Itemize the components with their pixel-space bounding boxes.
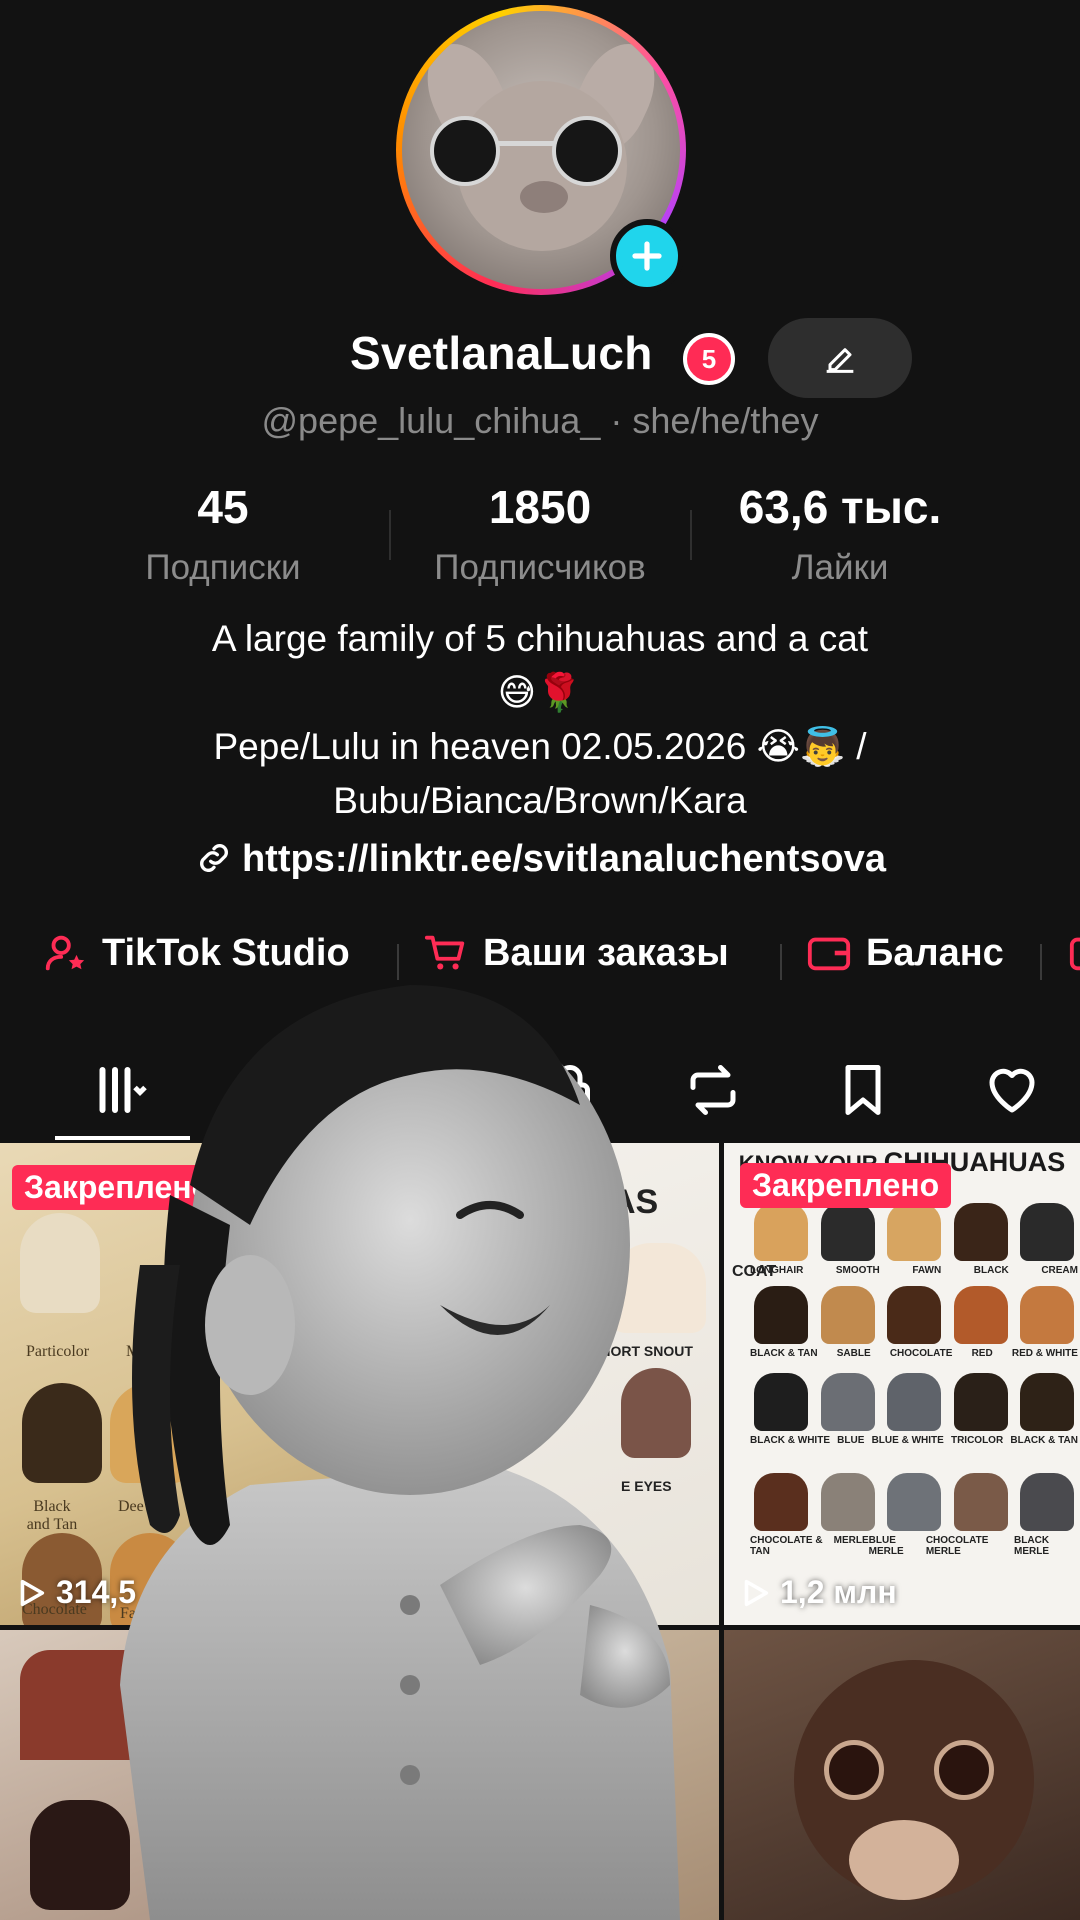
thumbnail-headboard: [20, 1650, 160, 1760]
video-thumbnail[interactable]: AS SHORT SNOUT E EYES Закреплено: [361, 1143, 719, 1625]
pinned-badge: Закреплено: [740, 1163, 952, 1208]
partial-icon: [1069, 937, 1080, 971]
thumbnail-label: AS: [611, 1183, 659, 1221]
tab-videos[interactable]: [80, 1050, 160, 1130]
thumbnail-label: E EYES: [621, 1478, 672, 1494]
video-thumbnail[interactable]: [724, 1630, 1080, 1920]
tab-favorites[interactable]: [823, 1050, 903, 1130]
bio-line: 😅🌹: [497, 672, 583, 713]
play-icon: [744, 1579, 769, 1606]
repost-icon: [690, 1065, 736, 1115]
dog-label-row: BLACK & WHITE BLUE BLUE & WHITE TRICOLOR BLA…: [750, 1435, 1078, 1446]
thumbnail-dog: [611, 1243, 706, 1333]
bio: A large family of 5 chihuahuas and a cat…: [60, 612, 1020, 828]
view-count: 1,2 млн: [738, 1574, 897, 1611]
thumbnail-label: Dee Fav: [118, 1498, 172, 1515]
quick-divider: [780, 944, 782, 980]
balance-link[interactable]: Баланс: [806, 930, 1004, 976]
tab-reposts[interactable]: [673, 1050, 753, 1130]
add-story-button[interactable]: [610, 219, 684, 293]
active-tab-indicator: [55, 1136, 190, 1140]
thumbnail-dog: [20, 1213, 100, 1313]
profile-stats: 45 Подписки 1850 Подписчиков 63,6 тыс. Л…: [0, 480, 1080, 590]
bio-line: A large family of 5 chihuahuas and a cat: [211, 618, 869, 659]
view-count-value: 314,5: [56, 1574, 137, 1610]
thumbnail-dog: [22, 1383, 102, 1483]
lock-icon: [550, 1065, 590, 1115]
thumbnail-dog-eye: [934, 1740, 994, 1800]
bookmark-icon: [845, 1065, 881, 1115]
view-count: 314,5: [14, 1574, 136, 1611]
thumbnail-dog: [30, 1800, 130, 1910]
pencil-icon: [826, 348, 854, 373]
bio-line: Pepe/Lulu in heaven 02.05.2026 😭👼 /: [213, 726, 867, 767]
stat-likes[interactable]: 63,6 тыс. Лайки: [710, 480, 970, 588]
username-pronouns: @pepe_lulu_chihua_ · she/he/they: [261, 400, 819, 441]
stat-followers-label: Подписчиков: [434, 548, 646, 587]
stat-following-label: Подписки: [145, 548, 301, 587]
thumbnail-side-label: COAT: [732, 1263, 777, 1280]
dog-label-row: LONGHAIR SMOOTH FAWN BLACK CREAM: [750, 1265, 1078, 1276]
grid-icon: [99, 1067, 147, 1113]
more-quick-link[interactable]: [1068, 930, 1080, 976]
tab-liked[interactable]: [972, 1050, 1052, 1130]
stat-likes-value: 63,6 тыс.: [738, 481, 942, 533]
tiktok-studio-link[interactable]: TikTok Studio: [42, 930, 350, 976]
quick-divider: [1040, 944, 1042, 980]
thumbnail-label: Particolor: [26, 1343, 90, 1360]
display-name: SvetlanaLuch: [350, 327, 653, 379]
video-thumbnail[interactable]: KNOW YOUR CHIHUAHUAS COAT LONGHAIRSMOOTH…: [724, 1143, 1080, 1625]
bio-link[interactable]: https://linktr.ee/svitlanaluchentsova: [0, 838, 1080, 881]
view-count-value: 1,2 млн: [780, 1574, 897, 1610]
thumbnail-dog-eye: [824, 1740, 884, 1800]
stat-followers[interactable]: 1850 Подписчиков: [410, 480, 670, 588]
dog-row: [754, 1373, 1074, 1431]
balance-label: Баланс: [866, 931, 1004, 974]
stat-following-value: 45: [197, 481, 249, 533]
video-thumbnail[interactable]: [361, 1630, 719, 1920]
pinned-badge: Закреплено: [401, 1165, 613, 1210]
plus-icon: [632, 241, 662, 271]
video-thumbnail[interactable]: [0, 1630, 356, 1920]
dog-label-row: BLACK & TAN SABLE CHOCOLATE RED RED & WHITE: [750, 1348, 1078, 1359]
quick-links-bar: TikTok Studio Ваши заказы Баланс: [0, 930, 1080, 990]
thumbnail-label: Me: [126, 1343, 148, 1360]
name-row: SvetlanaLuch 5: [0, 318, 1080, 398]
bio-link-text: https://linktr.ee/svitlanaluchentsova: [241, 838, 887, 880]
quick-divider: [397, 944, 399, 980]
thumbnail-label: Black and Tan: [26, 1498, 78, 1533]
dog-row: [754, 1286, 1074, 1344]
dog-row: [754, 1473, 1074, 1531]
link-icon: [199, 844, 228, 872]
dog-row: [754, 1203, 1074, 1261]
tab-private[interactable]: [530, 1050, 610, 1130]
user-star-icon: [45, 935, 85, 971]
dog-label-row: CHOCOLATE & TAN MERLE BLUE MERLE CHOCOLATE …: [750, 1535, 1050, 1557]
stat-divider: [389, 510, 391, 560]
tiktok-studio-label: TikTok Studio: [102, 931, 350, 974]
pinned-badge: Закреплено: [12, 1165, 224, 1210]
thumbnail-dog: [621, 1368, 691, 1458]
stat-following[interactable]: 45 Подписки: [93, 480, 353, 588]
heart-icon: [989, 1068, 1035, 1113]
bio-line: Bubu/Bianca/Brown/Kara: [333, 780, 747, 821]
edit-profile-button[interactable]: [768, 318, 912, 398]
wallet-icon: [807, 937, 851, 971]
stat-followers-value: 1850: [488, 481, 592, 533]
notification-badge[interactable]: 5: [683, 333, 735, 385]
thumbnail-dog: [110, 1383, 190, 1483]
orders-label: Ваши заказы: [483, 931, 729, 974]
stat-divider: [690, 510, 692, 560]
thumbnail-label: SHORT SNOUT: [591, 1343, 693, 1359]
video-grid: Particolor Me Black and Tan Dee Fav Choc…: [0, 1143, 1080, 1920]
cart-icon: [424, 935, 465, 970]
play-icon: [20, 1579, 45, 1606]
thumbnail-dog-muzzle: [849, 1820, 959, 1900]
content-tabs: [0, 1040, 1080, 1140]
video-thumbnail[interactable]: Particolor Me Black and Tan Dee Fav Choc…: [0, 1143, 356, 1625]
stat-likes-label: Лайки: [791, 548, 889, 587]
orders-link[interactable]: Ваши заказы: [423, 930, 729, 976]
